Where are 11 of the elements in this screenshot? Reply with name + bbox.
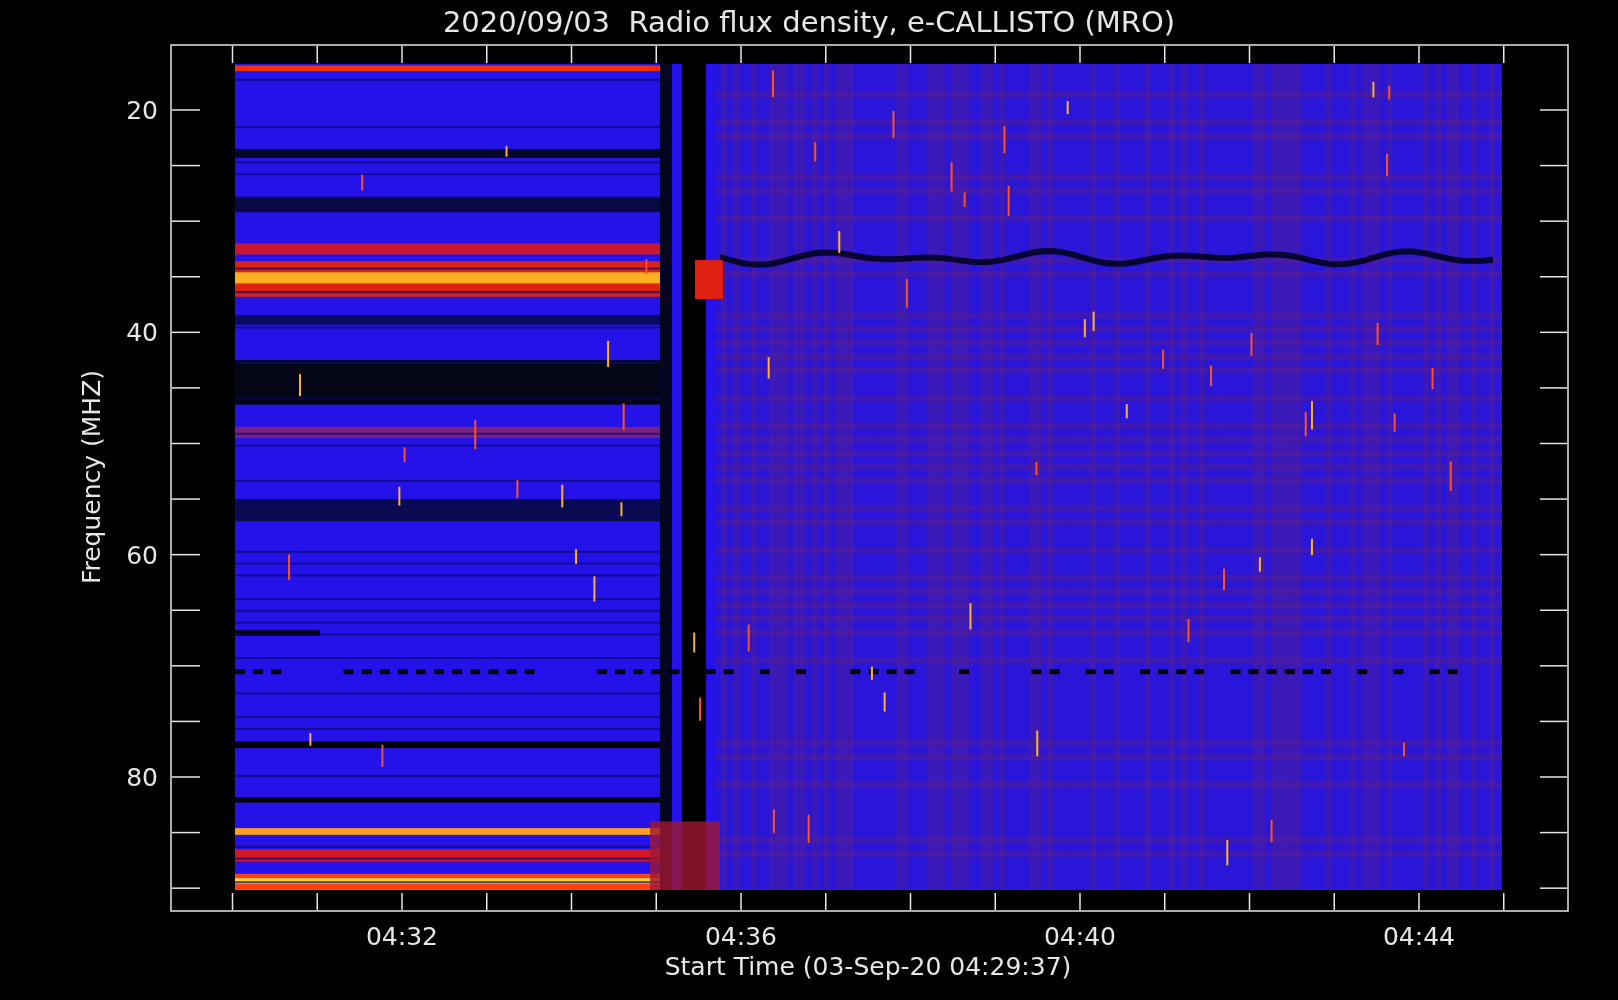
tick-label: 20 [126,96,158,125]
tick-label: 40 [126,318,158,348]
tick-label: 04:36 [705,922,777,951]
tick-label: 04:32 [366,922,438,951]
chart-title: 2020/09/03 Radio flux density, e-CALLISTO (MRO) [441,4,1177,41]
tick-label: 04:44 [1383,922,1455,951]
tick-label: 60 [126,540,158,570]
tick-label: 80 [126,763,158,792]
tick-label: 04:40 [1044,922,1116,951]
axis-label: Start Time (03-Sep-20 04:29:37) [664,952,1072,981]
axis-label: Frequency (MHZ) [77,369,106,585]
